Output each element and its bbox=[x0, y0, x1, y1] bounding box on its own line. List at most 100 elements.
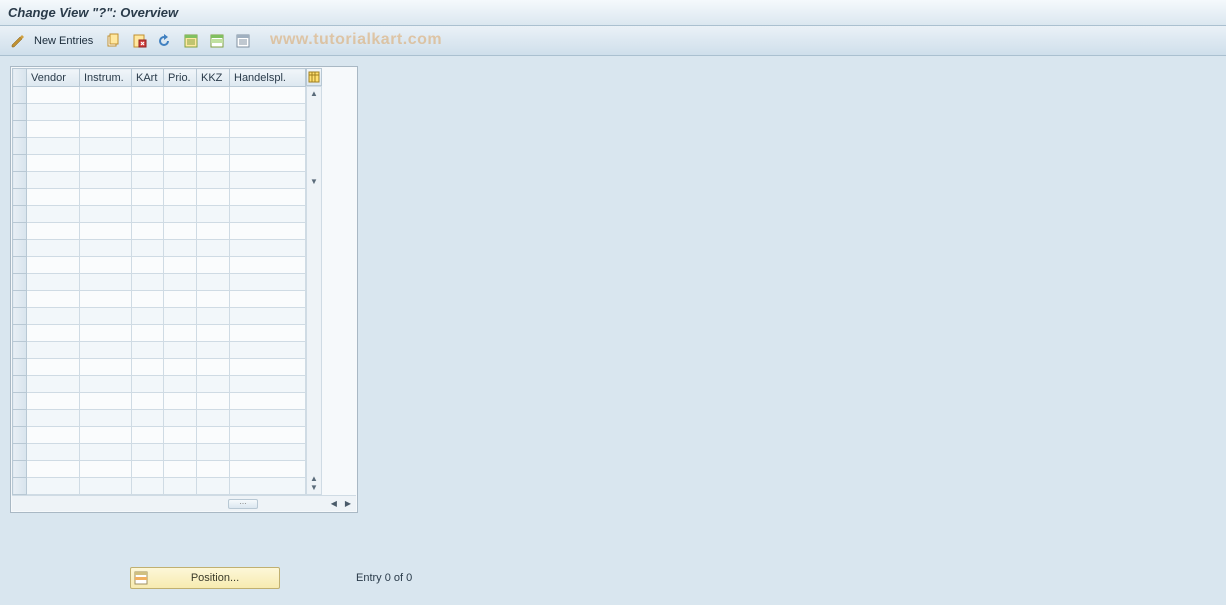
table-cell[interactable] bbox=[230, 427, 306, 444]
table-cell[interactable] bbox=[27, 138, 80, 155]
row-selector[interactable] bbox=[13, 393, 27, 410]
table-cell[interactable] bbox=[80, 240, 132, 257]
table-cell[interactable] bbox=[80, 444, 132, 461]
row-selector[interactable] bbox=[13, 410, 27, 427]
row-selector[interactable] bbox=[13, 206, 27, 223]
table-cell[interactable] bbox=[197, 138, 230, 155]
table-cell[interactable] bbox=[164, 121, 197, 138]
table-cell[interactable] bbox=[27, 393, 80, 410]
table-cell[interactable] bbox=[27, 410, 80, 427]
table-cell[interactable] bbox=[230, 257, 306, 274]
table-cell[interactable] bbox=[132, 342, 164, 359]
table-cell[interactable] bbox=[80, 342, 132, 359]
table-cell[interactable] bbox=[132, 104, 164, 121]
table-cell[interactable] bbox=[230, 172, 306, 189]
table-row[interactable] bbox=[13, 240, 306, 257]
table-cell[interactable] bbox=[164, 172, 197, 189]
table-cell[interactable] bbox=[80, 359, 132, 376]
table-row[interactable] bbox=[13, 410, 306, 427]
table-cell[interactable] bbox=[230, 393, 306, 410]
table-cell[interactable] bbox=[27, 325, 80, 342]
table-row[interactable] bbox=[13, 325, 306, 342]
table-cell[interactable] bbox=[164, 359, 197, 376]
table-cell[interactable] bbox=[80, 410, 132, 427]
table-cell[interactable] bbox=[27, 376, 80, 393]
table-cell[interactable] bbox=[230, 206, 306, 223]
table-cell[interactable] bbox=[197, 461, 230, 478]
row-selector[interactable] bbox=[13, 104, 27, 121]
copy-button[interactable] bbox=[103, 31, 123, 51]
table-cell[interactable] bbox=[230, 223, 306, 240]
table-row[interactable] bbox=[13, 376, 306, 393]
deselect-all-button[interactable] bbox=[233, 31, 253, 51]
horizontal-scrollbar[interactable]: ⋯ ◀ ▶ bbox=[12, 495, 356, 511]
table-cell[interactable] bbox=[164, 138, 197, 155]
table-cell[interactable] bbox=[132, 291, 164, 308]
table-cell[interactable] bbox=[80, 104, 132, 121]
table-cell[interactable] bbox=[197, 240, 230, 257]
new-entries-button[interactable]: New Entries bbox=[34, 35, 93, 47]
table-cell[interactable] bbox=[197, 308, 230, 325]
table-row[interactable] bbox=[13, 155, 306, 172]
table-cell[interactable] bbox=[80, 121, 132, 138]
scroll-down-top-icon[interactable]: ▼ bbox=[310, 177, 318, 186]
table-cell[interactable] bbox=[164, 155, 197, 172]
table-row[interactable] bbox=[13, 393, 306, 410]
table-row[interactable] bbox=[13, 308, 306, 325]
table-row[interactable] bbox=[13, 87, 306, 104]
table-cell[interactable] bbox=[80, 376, 132, 393]
table-cell[interactable] bbox=[164, 291, 197, 308]
table-cell[interactable] bbox=[27, 308, 80, 325]
table-cell[interactable] bbox=[230, 240, 306, 257]
table-cell[interactable] bbox=[27, 274, 80, 291]
table-cell[interactable] bbox=[27, 172, 80, 189]
scroll-left-icon[interactable]: ◀ bbox=[328, 499, 340, 508]
table-row[interactable] bbox=[13, 138, 306, 155]
table-cell[interactable] bbox=[27, 104, 80, 121]
table-cell[interactable] bbox=[197, 478, 230, 495]
select-all-button[interactable] bbox=[181, 31, 201, 51]
row-selector[interactable] bbox=[13, 274, 27, 291]
table-cell[interactable] bbox=[164, 461, 197, 478]
undo-button[interactable] bbox=[155, 31, 175, 51]
table-cell[interactable] bbox=[230, 87, 306, 104]
table-row[interactable] bbox=[13, 189, 306, 206]
table-cell[interactable] bbox=[197, 444, 230, 461]
table-cell[interactable] bbox=[80, 172, 132, 189]
table-cell[interactable] bbox=[164, 478, 197, 495]
table-cell[interactable] bbox=[230, 376, 306, 393]
table-cell[interactable] bbox=[132, 461, 164, 478]
table-cell[interactable] bbox=[197, 172, 230, 189]
table-cell[interactable] bbox=[132, 427, 164, 444]
scroll-up-bottom-icon[interactable]: ▲ bbox=[310, 474, 318, 483]
table-cell[interactable] bbox=[230, 342, 306, 359]
table-cell[interactable] bbox=[197, 342, 230, 359]
table-cell[interactable] bbox=[164, 376, 197, 393]
table-cell[interactable] bbox=[164, 393, 197, 410]
scroll-down-icon[interactable]: ▼ bbox=[310, 483, 318, 492]
table-row[interactable] bbox=[13, 461, 306, 478]
table-cell[interactable] bbox=[197, 121, 230, 138]
table-cell[interactable] bbox=[132, 223, 164, 240]
table-row[interactable] bbox=[13, 291, 306, 308]
table-cell[interactable] bbox=[230, 308, 306, 325]
table-cell[interactable] bbox=[132, 359, 164, 376]
table-cell[interactable] bbox=[132, 410, 164, 427]
table-cell[interactable] bbox=[27, 189, 80, 206]
table-cell[interactable] bbox=[230, 444, 306, 461]
table-cell[interactable] bbox=[132, 444, 164, 461]
table-cell[interactable] bbox=[164, 87, 197, 104]
table-cell[interactable] bbox=[164, 427, 197, 444]
table-cell[interactable] bbox=[27, 240, 80, 257]
table-cell[interactable] bbox=[132, 189, 164, 206]
table-cell[interactable] bbox=[164, 257, 197, 274]
table-cell[interactable] bbox=[197, 155, 230, 172]
table-cell[interactable] bbox=[164, 240, 197, 257]
table-cell[interactable] bbox=[230, 410, 306, 427]
table-cell[interactable] bbox=[80, 308, 132, 325]
row-selector[interactable] bbox=[13, 461, 27, 478]
table-cell[interactable] bbox=[27, 478, 80, 495]
table-cell[interactable] bbox=[164, 410, 197, 427]
table-cell[interactable] bbox=[80, 206, 132, 223]
row-selector[interactable] bbox=[13, 87, 27, 104]
